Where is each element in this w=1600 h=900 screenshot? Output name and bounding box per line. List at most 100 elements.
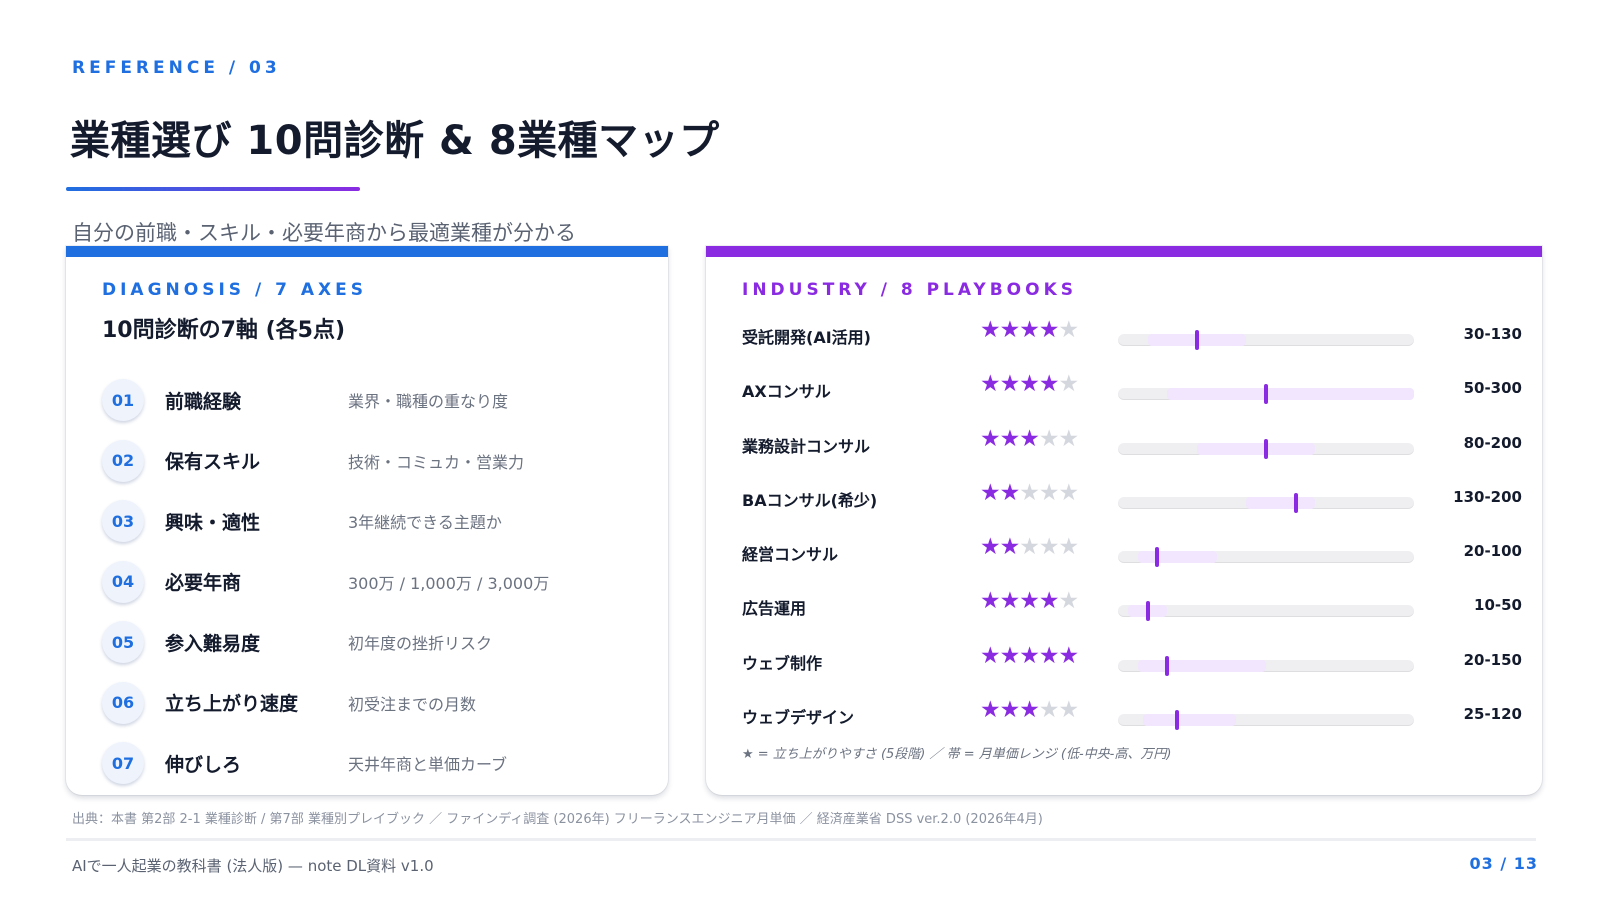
star-filled-icon: ★ [1019,642,1040,669]
star-filled-icon: ★ [980,588,1001,615]
industry-name: 広告運用 [742,599,807,619]
price-median-marker [1264,384,1268,405]
axis-description: 初受注までの月数 [348,694,477,714]
star-filled-icon: ★ [1038,588,1060,615]
industry-row: 経営コンサル ★★★★★ 20-100 [742,527,1522,581]
axis-item: 03 興味・適性 3年継続できる主題か [102,491,642,552]
star-empty-icon: ★ [1058,371,1080,398]
industry-name: ウェブ制作 [742,653,823,673]
price-range-label: 25-120 [1463,705,1522,724]
star-empty-icon: ★ [1058,534,1080,561]
industry-name: AXコンサル [742,382,831,402]
ease-rating: ★★★★★ [980,534,1080,561]
axis-label: 前職経験 [165,390,242,413]
axis-label: 保有スキル [165,451,261,474]
industry-row: 業務設計コンサル ★★★★★ 80-200 [742,419,1522,473]
star-filled-icon: ★ [980,642,1001,669]
price-range-track [1118,710,1414,731]
footer-divider [66,838,1536,841]
ease-rating: ★★★★★ [980,317,1080,343]
price-range-track [1118,601,1414,622]
price-median-marker [1175,710,1180,731]
axis-description: 天井年商と単価カーブ [348,755,508,775]
star-filled-icon: ★ [980,534,1001,561]
price-range-band [1246,496,1316,509]
ease-rating: ★★★★★ [980,642,1079,669]
axis-item: 04 必要年商 300万 / 1,000万 / 3,000万 [102,552,642,613]
star-filled-icon: ★ [999,588,1021,615]
axis-item: 06 立ち上がり速度 初受注までの月数 [102,673,642,734]
ease-rating: ★★★★★ [980,425,1079,452]
star-empty-icon: ★ [1038,479,1060,506]
industry-name: 受託開発(AI活用) [742,328,871,347]
star-filled-icon: ★ [999,317,1021,343]
star-filled-icon: ★ [999,371,1021,398]
price-median-marker [1165,655,1170,676]
star-filled-icon: ★ [999,642,1021,669]
star-filled-icon: ★ [980,425,1001,452]
price-range-label: 10-50 [1474,596,1522,615]
star-filled-icon: ★ [980,697,1001,724]
price-range-track [1118,384,1414,405]
star-filled-icon: ★ [1038,642,1060,669]
ease-rating: ★★★★★ [980,371,1080,398]
diagnosis-title: 10問診断の7軸 (各5点) [102,318,345,343]
star-empty-icon: ★ [1019,479,1040,506]
price-range-band [1137,659,1266,672]
industry-card-accent-bar [706,246,1542,257]
price-median-marker [1293,492,1298,513]
star-empty-icon: ★ [1058,317,1080,343]
diagnosis-eyebrow: DIAGNOSIS / 7 AXES [102,280,367,300]
star-empty-icon: ★ [1058,588,1080,615]
price-range-band [1137,551,1217,564]
axis-label: 伸びしろ [165,753,242,776]
star-empty-icon: ★ [1019,534,1040,561]
industry-name: BAコンサル(希少) [742,490,878,510]
axis-description: 300万 / 1,000万 / 3,000万 [348,573,550,593]
axis-item: 05 参入難易度 初年度の挫折リスク [102,612,642,673]
price-range-label: 130-200 [1453,487,1522,506]
industry-row: AXコンサル ★★★★★ 50-300 [742,364,1522,418]
source-note: 出典：本書 第2部 2-1 業種診断 / 第7部 業種別プレイブック ／ ファイ… [72,812,1043,827]
price-range-track [1118,438,1414,459]
industry-name: 経営コンサル [742,545,839,565]
axis-number-badge: 07 [102,742,144,785]
price-range-label: 80-200 [1463,433,1522,452]
price-range-band [1196,442,1316,455]
price-range-track [1118,330,1414,350]
star-filled-icon: ★ [1038,317,1060,343]
price-range-label: 20-100 [1463,542,1522,561]
price-median-marker [1264,438,1268,459]
price-range-band [1142,714,1237,727]
diagnosis-card: DIAGNOSIS / 7 AXES 10問診断の7軸 (各5点) 01 前職経験… [66,246,668,795]
axis-item: 02 保有スキル 技術・コミュカ・営業力 [102,431,642,492]
ease-rating: ★★★★★ [980,697,1080,724]
axis-number-badge: 04 [102,560,144,603]
industry-row: 広告運用 ★★★★★ 10-50 [742,581,1522,635]
industry-list: 受託開発(AI活用) ★★★★★ 30-130 AXコンサル ★★★★★ 50-300 業務… [742,310,1522,744]
industry-name: 業務設計コンサル [742,436,871,456]
star-filled-icon: ★ [980,371,1001,398]
industry-name: ウェブデザイン [742,708,855,728]
axis-list: 01 前職経験 業界・職種の重なり度 02 保有スキル 技術・コミュカ・営業力 03 興味・適… [102,370,642,794]
page-title: 業種選び 10問診断 & 8業種マップ [70,118,720,164]
star-empty-icon: ★ [1058,697,1080,724]
star-filled-icon: ★ [1019,425,1040,452]
axis-description: 3年継続できる主題か [348,513,502,533]
star-filled-icon: ★ [1019,317,1040,343]
price-range-label: 50-300 [1463,379,1522,398]
star-empty-icon: ★ [1058,479,1080,506]
price-range-track [1118,547,1414,568]
footer-doc-title: AIで一人起業の教科書 (法人版) — note DL資料 v1.0 [72,857,434,875]
star-filled-icon: ★ [999,479,1021,506]
axis-number-badge: 01 [102,379,144,422]
price-range-track [1118,492,1414,513]
ease-rating: ★★★★★ [980,588,1080,615]
price-range-label: 30-130 [1463,325,1522,343]
axis-description: 業界・職種の重なり度 [348,392,509,412]
page-number: 03 / 13 [1469,854,1538,873]
axis-number-badge: 02 [102,439,144,482]
star-filled-icon: ★ [999,697,1021,724]
ease-rating: ★★★★★ [980,479,1080,506]
star-filled-icon: ★ [1019,697,1040,724]
